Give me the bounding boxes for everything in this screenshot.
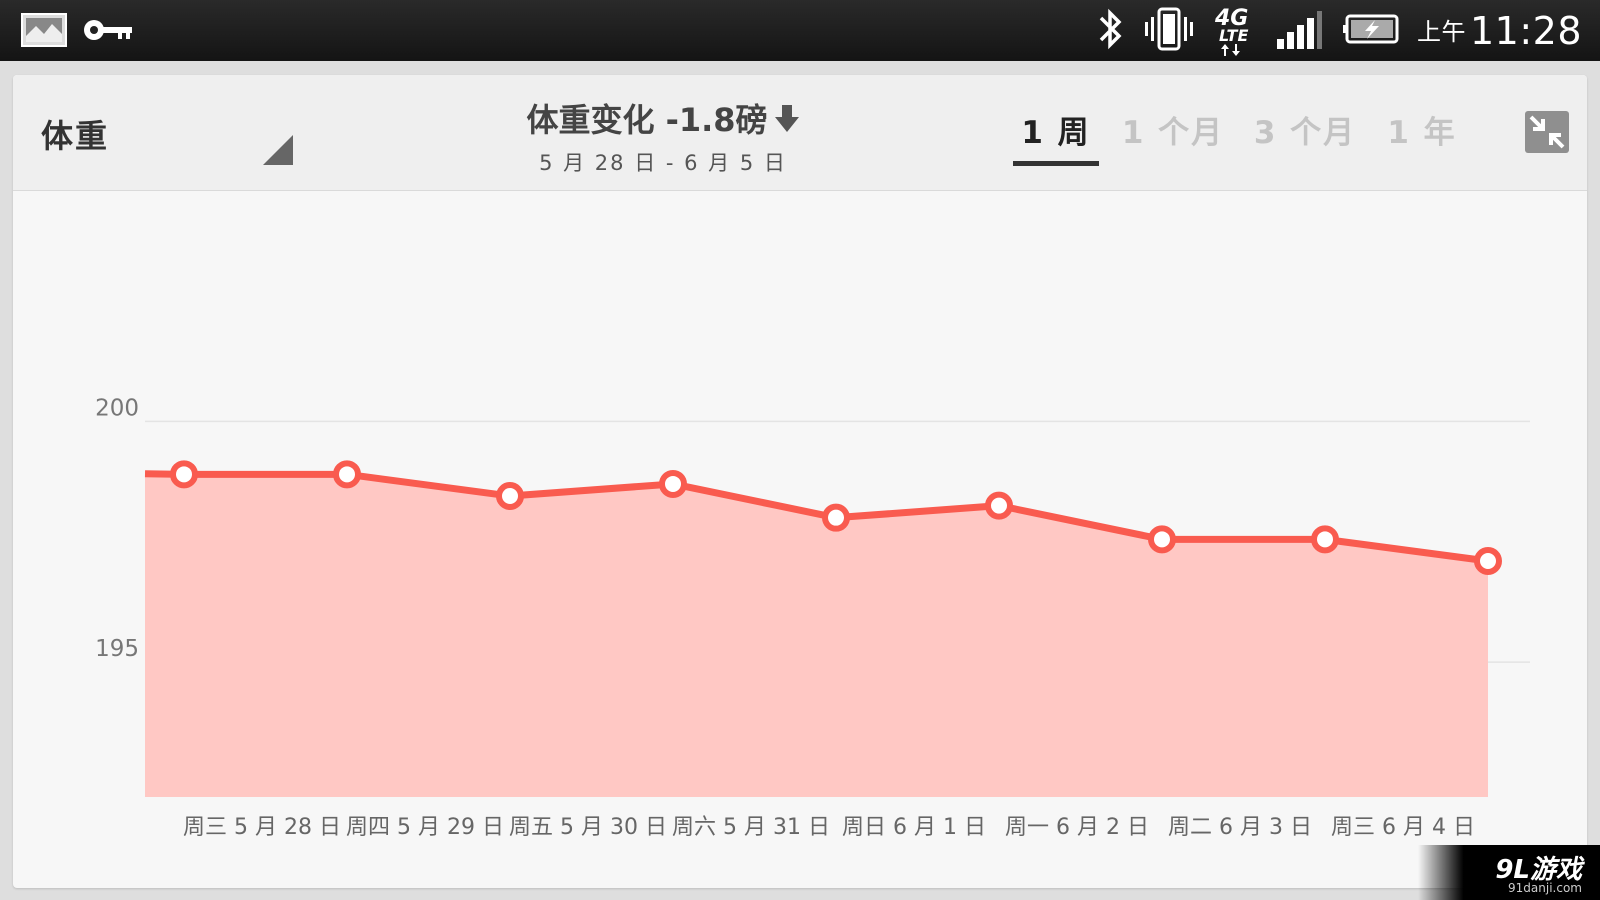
y-tick-label: 200: [95, 395, 139, 421]
data-point[interactable]: [1148, 525, 1176, 554]
x-tick-label: 周五 5 月 30 日: [509, 815, 667, 840]
y-tick-label: 195: [95, 636, 139, 662]
data-point[interactable]: [822, 503, 850, 532]
data-point[interactable]: [496, 482, 524, 510]
x-tick-label: 周日 6 月 1 日: [842, 815, 986, 840]
data-point[interactable]: [1311, 525, 1339, 554]
x-tick-label: 周一 6 月 2 日: [1005, 815, 1149, 840]
x-tick-label: 周四 5 月 29 日: [346, 815, 504, 840]
x-tick-label: 周三 6 月 4 日: [1331, 815, 1475, 840]
watermark: 9L游戏 91danji.com: [1418, 845, 1600, 900]
weight-area-fill: [145, 473, 1488, 797]
data-point[interactable]: [1474, 547, 1502, 576]
weight-chart: 195 200 周三 5 月 28 日周四 5 月 29 日周五 5 月 30 日…: [95, 395, 1530, 840]
data-point[interactable]: [985, 491, 1013, 520]
data-point[interactable]: [659, 469, 687, 498]
data-point[interactable]: [170, 460, 198, 489]
x-tick-label: 周六 5 月 31 日: [672, 815, 830, 840]
watermark-sub: 91danji.com: [1508, 881, 1582, 895]
data-point[interactable]: [333, 460, 361, 489]
x-tick-label: 周三 5 月 28 日: [183, 815, 341, 840]
x-tick-label: 周二 6 月 3 日: [1168, 815, 1312, 840]
